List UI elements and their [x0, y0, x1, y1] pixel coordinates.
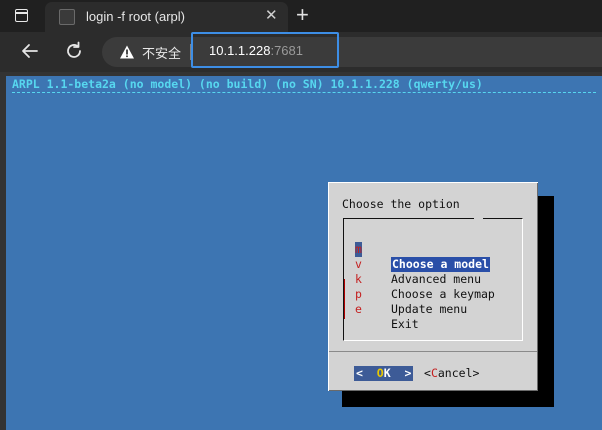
- tab-bar: login -f root (arpl) ✕ +: [0, 0, 602, 32]
- terminal-header-rule: [12, 92, 596, 93]
- menu-item-label: Choose a keymap: [391, 287, 495, 301]
- ok-button-rest: K >: [383, 366, 412, 380]
- option-dialog: Choose the option m Choose a model v Adv…: [328, 182, 538, 391]
- cancel-button-hotkey: C: [430, 366, 438, 380]
- menu-item-key: e: [355, 302, 362, 316]
- ok-button-hotkey: O: [376, 366, 384, 380]
- reload-icon[interactable]: [62, 39, 86, 63]
- menu-box-gap: [474, 215, 483, 221]
- tab-close-icon[interactable]: ✕: [265, 7, 278, 25]
- menu-scroll-indicator: [344, 279, 345, 319]
- terminal-header: ARPL 1.1-beta2a (no model) (no build) (n…: [12, 77, 483, 91]
- not-secure-label[interactable]: 不安全: [142, 43, 181, 62]
- window-menu-icon[interactable]: [15, 9, 28, 22]
- new-tab-icon[interactable]: +: [296, 3, 309, 27]
- url-port: :7681: [270, 43, 303, 58]
- cancel-button-left: <: [424, 366, 431, 380]
- button-separator: [329, 351, 537, 352]
- menu-item-label: Advanced menu: [391, 272, 482, 286]
- tab-title: login -f root (arpl): [86, 9, 185, 24]
- tab-terminal[interactable]: login -f root (arpl) ✕: [45, 2, 288, 32]
- terminal-screen[interactable]: ARPL 1.1-beta2a (no model) (no build) (n…: [6, 76, 602, 430]
- ok-button-left: <: [356, 366, 377, 380]
- tab-favicon-icon: [59, 9, 75, 25]
- menu-item-exit[interactable]: e Exit: [355, 287, 419, 347]
- address-bar[interactable]: 不安全: [102, 37, 602, 67]
- back-arrow-icon[interactable]: [18, 39, 42, 63]
- menu-item-label: Choose a model: [391, 257, 490, 272]
- cancel-button-rest: ancel>: [437, 366, 480, 380]
- warning-icon[interactable]: [119, 44, 135, 60]
- ok-button[interactable]: < OK >: [354, 366, 414, 381]
- menu-item-label: Update menu: [391, 302, 468, 316]
- dialog-title: Choose the option: [342, 197, 460, 211]
- url-text[interactable]: 10.1.1.228:7681: [209, 43, 303, 58]
- url-host: 10.1.1.228: [209, 43, 271, 58]
- menu-item-label: Exit: [391, 317, 419, 331]
- cancel-button[interactable]: <Cancel>: [424, 366, 479, 381]
